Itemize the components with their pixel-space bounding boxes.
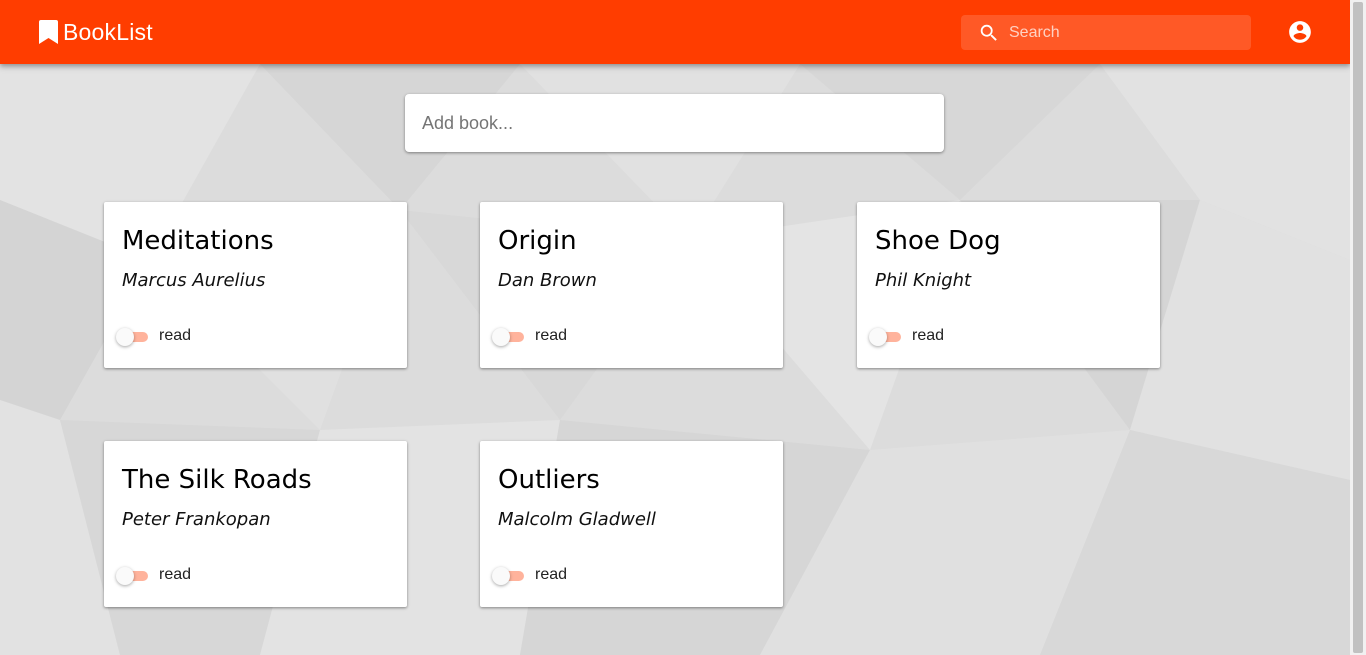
book-title: Origin [498,226,577,256]
book-card: Origin Dan Brown read [480,202,783,368]
book-author: Peter Frankopan [122,509,271,530]
read-label: read [535,566,568,583]
book-title: Shoe Dog [875,226,1001,256]
book-title: Meditations [122,226,274,256]
search-input[interactable] [1009,15,1239,50]
book-card: Meditations Marcus Aurelius read [104,202,407,368]
read-label: read [535,327,568,344]
account-circle-icon [1289,21,1311,43]
book-card: Shoe Dog Phil Knight read [857,202,1160,368]
top-app-bar: BookList [0,0,1350,64]
read-label: read [159,566,192,583]
read-label: read [159,327,192,344]
brand[interactable]: BookList [39,18,153,46]
read-toggle[interactable] [490,564,526,588]
book-card: The Silk Roads Peter Frankopan read [104,441,407,607]
read-label: read [912,327,945,344]
search-bar [961,15,1251,50]
read-toggle[interactable] [490,325,526,349]
book-author: Dan Brown [498,270,597,291]
app-title: BookList [63,19,153,45]
bookmark-icon [39,20,58,44]
account-button[interactable] [1287,19,1313,45]
scrollbar[interactable] [1350,0,1366,655]
read-toggle[interactable] [867,325,903,349]
read-toggle[interactable] [114,564,150,588]
book-title: Outliers [498,465,600,495]
toggle-thumb [492,567,510,585]
toggle-thumb [492,328,510,346]
book-card: Outliers Malcolm Gladwell read [480,441,783,607]
book-author: Phil Knight [875,270,972,291]
toggle-thumb [116,328,134,346]
add-book-box [405,94,944,152]
search-icon [980,24,997,41]
book-title: The Silk Roads [122,465,312,495]
toggle-thumb [116,567,134,585]
add-book-input[interactable] [422,94,927,152]
book-author: Marcus Aurelius [122,270,266,291]
book-author: Malcolm Gladwell [498,509,656,530]
scrollbar-thumb[interactable] [1353,2,1363,653]
toggle-thumb [869,328,887,346]
read-toggle[interactable] [114,325,150,349]
